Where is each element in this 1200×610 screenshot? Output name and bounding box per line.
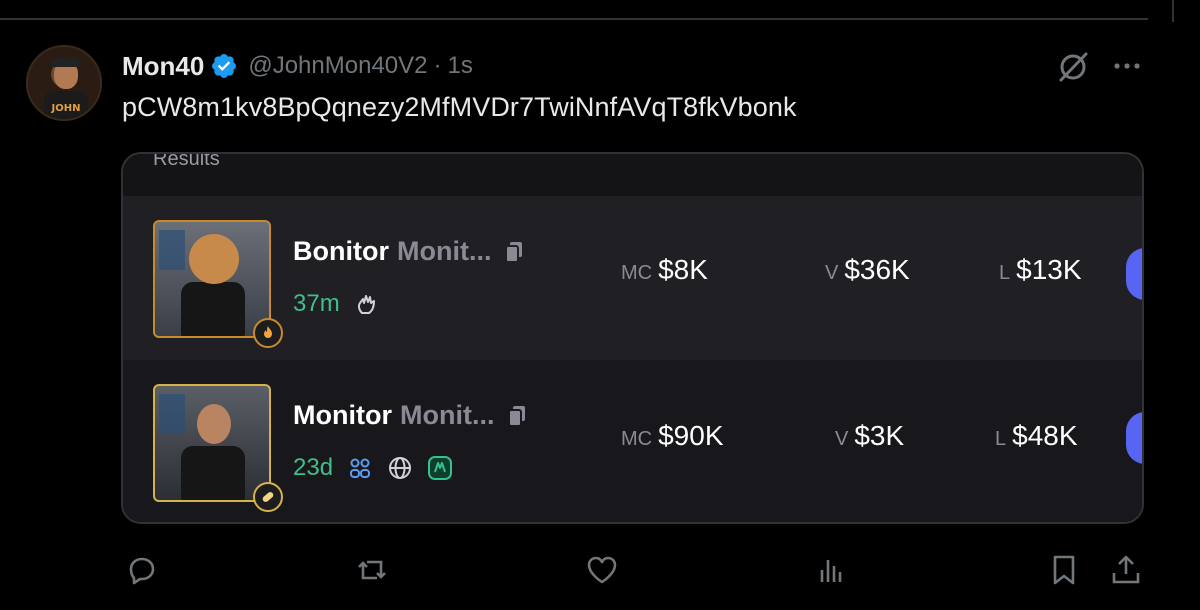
liquidity: L $13K xyxy=(999,254,1082,286)
thumb-body xyxy=(181,446,245,500)
liquidity-value: $48K xyxy=(1012,420,1078,451)
fire-badge-icon xyxy=(253,318,283,348)
token-name-line: Monitor Monit... xyxy=(293,400,528,431)
token-age: 23d xyxy=(293,454,334,481)
thumb-head xyxy=(189,234,239,284)
liquidity-value: $13K xyxy=(1016,254,1082,285)
post-time[interactable]: 1s xyxy=(448,52,473,80)
market-cap-label: MC xyxy=(621,428,653,450)
like-icon[interactable] xyxy=(584,552,620,588)
token-row[interactable]: Monitor Monit... 23d MC $90K V $3K L $48… xyxy=(123,360,1142,522)
globe-icon[interactable] xyxy=(387,455,413,481)
copy-icon[interactable] xyxy=(503,240,525,264)
results-label: Results xyxy=(153,152,220,170)
top-divider xyxy=(0,18,1148,20)
token-symbol: Monit... xyxy=(399,400,495,430)
market-cap-value: $8K xyxy=(658,254,708,285)
volume: V $3K xyxy=(835,420,904,452)
action-bar xyxy=(0,548,1200,592)
avatar-label: JOHN xyxy=(51,103,81,114)
thumb-screen xyxy=(159,230,185,270)
pump-hand-icon[interactable] xyxy=(354,291,380,317)
thumb-body xyxy=(181,282,245,336)
thumb-screen xyxy=(159,394,185,434)
community-icon[interactable] xyxy=(347,455,373,481)
reply-icon[interactable] xyxy=(124,552,160,588)
volume-label: V xyxy=(835,428,849,450)
token-name[interactable]: Bonitor xyxy=(293,236,389,267)
token-meta: 37m xyxy=(293,290,380,318)
token-row[interactable]: Bonitor Monit... 37m MC $8K V $36K L $13… xyxy=(123,196,1142,360)
volume-value: $3K xyxy=(854,420,905,451)
verified-icon xyxy=(212,54,237,78)
scrollbar-rail xyxy=(1172,0,1174,22)
share-icon[interactable] xyxy=(1108,552,1144,588)
post-header: Mon40 @JohnMon40V2 · 1s xyxy=(122,50,473,82)
post-text: pCW8m1kv8BpQqnezy2MfMVDr7TwiNnfAVqT8fkVb… xyxy=(122,92,797,122)
token-name[interactable]: Monitor xyxy=(293,400,392,431)
card-header: Results xyxy=(123,154,1142,196)
dex-icon[interactable] xyxy=(427,455,453,481)
more-icon[interactable] xyxy=(1110,52,1144,80)
separator-dot: · xyxy=(433,52,442,79)
token-results-card[interactable]: Results Bonitor Monit... 37m MC $8K V $3… xyxy=(121,152,1144,524)
liquidity: L $48K xyxy=(995,420,1078,452)
volume-value: $36K xyxy=(844,254,910,285)
liquidity-label: L xyxy=(999,262,1011,284)
user-handle[interactable]: @JohnMon40V2 xyxy=(248,52,427,80)
grok-icon[interactable] xyxy=(1056,50,1090,84)
token-symbol: Monit... xyxy=(396,236,492,266)
token-meta: 23d xyxy=(293,454,453,482)
pill-badge-icon xyxy=(253,482,283,512)
thumb-head xyxy=(197,404,231,444)
views-icon[interactable] xyxy=(814,552,850,588)
buy-button[interactable] xyxy=(1126,248,1142,300)
avatar[interactable]: JOHN xyxy=(26,45,102,121)
market-cap-label: MC xyxy=(621,262,653,284)
liquidity-label: L xyxy=(995,428,1007,450)
token-name-line: Bonitor Monit... xyxy=(293,236,525,267)
avatar-cap xyxy=(51,57,81,67)
token-image xyxy=(153,384,271,502)
copy-icon[interactable] xyxy=(506,404,528,428)
bookmark-icon[interactable] xyxy=(1046,552,1082,588)
buy-button[interactable] xyxy=(1126,412,1142,464)
market-cap: MC $90K xyxy=(621,420,724,452)
market-cap: MC $8K xyxy=(621,254,708,286)
volume-label: V xyxy=(825,262,839,284)
market-cap-value: $90K xyxy=(658,420,724,451)
token-image xyxy=(153,220,271,338)
display-name[interactable]: Mon40 xyxy=(122,51,204,82)
token-age: 37m xyxy=(293,290,340,317)
retweet-icon[interactable] xyxy=(354,552,390,588)
volume: V $36K xyxy=(825,254,910,286)
